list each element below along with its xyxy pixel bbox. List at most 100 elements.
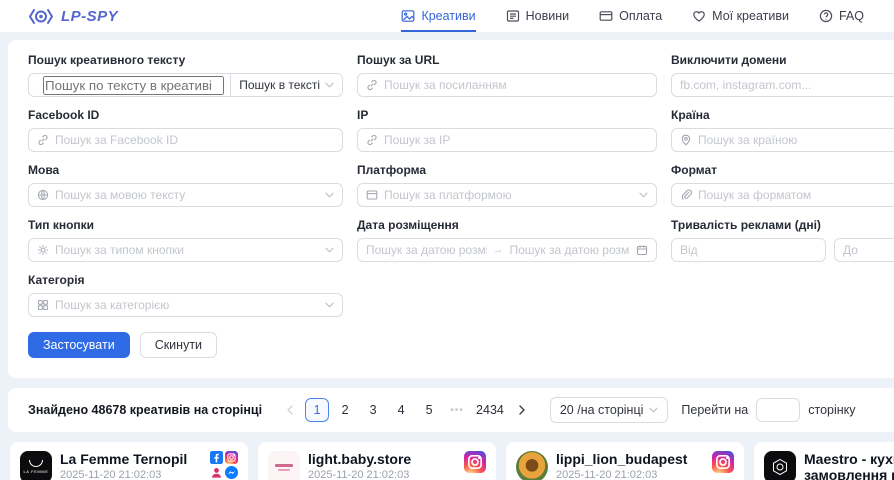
country-input[interactable] (698, 133, 894, 147)
text-search-mode-select[interactable]: Пошук в тексті (230, 74, 342, 96)
credit-card-icon (599, 9, 613, 23)
country-input-wrap (671, 128, 894, 152)
mode-value: Пошук в тексті (239, 78, 320, 92)
duration-to-input[interactable] (843, 243, 894, 257)
category-placeholder: Пошук за категорією (55, 298, 319, 312)
grid-icon (37, 299, 49, 311)
pagination-page-1[interactable]: 1 (305, 398, 329, 422)
platform-icon (366, 189, 378, 201)
ip-input-wrap (357, 128, 657, 152)
hexagon-logo-icon (771, 458, 789, 476)
card-title: light.baby.store (308, 451, 456, 467)
nav-label: Мої креативи (712, 9, 789, 23)
filter-duration: Тривалість реклами (дні) (671, 218, 894, 262)
apply-button[interactable]: Застосувати (28, 332, 130, 358)
field-label: Формат (671, 163, 894, 177)
category-select[interactable]: Пошук за категорією (28, 293, 343, 317)
date-start-placeholder: Пошук за датою розміщення (366, 243, 487, 257)
text-search-input[interactable] (43, 76, 224, 95)
goto-page-input[interactable] (756, 398, 800, 422)
app-logo[interactable]: LP-SPY (28, 0, 118, 32)
news-icon (506, 9, 520, 23)
chevron-down-icon (325, 82, 334, 88)
eye-logo-icon (28, 8, 54, 25)
field-label: Платформа (357, 163, 657, 177)
url-input-wrap (357, 73, 657, 97)
pagination-ellipsis[interactable]: ••• (445, 398, 469, 422)
goto-page: Перейти на сторінку (681, 398, 855, 422)
audience-person-icon (210, 466, 223, 479)
reset-button[interactable]: Скинути (140, 332, 217, 358)
logo-text: LP-SPY (61, 8, 118, 25)
url-input[interactable] (384, 78, 648, 92)
chevron-down-icon (325, 192, 334, 198)
field-label: Тип кнопки (28, 218, 343, 232)
facebook-id-input-wrap (28, 128, 343, 152)
format-input[interactable] (698, 188, 894, 202)
card-title: lippi_lion_budapest (556, 451, 704, 467)
duration-from-input[interactable] (680, 243, 817, 257)
button-type-select[interactable]: Пошук за типом кнопки (28, 238, 343, 262)
platform-placeholder: Пошук за платформою (384, 188, 633, 202)
image-icon (401, 9, 415, 23)
creative-card[interactable]: LA FEMME La Femme Ternopil 2025-11-20 21… (10, 442, 248, 480)
format-input-wrap (671, 183, 894, 207)
date-end-placeholder: Пошук за датою розміщення (510, 243, 631, 257)
field-label: IP (357, 108, 657, 122)
nav-tab-payment[interactable]: Оплата (599, 0, 662, 32)
card-avatar (268, 451, 300, 480)
nav-tab-creatives[interactable]: Креативи (401, 0, 475, 32)
instagram-icon (712, 451, 734, 473)
card-title: La Femme Ternopil (60, 451, 202, 467)
text-search-input-wrap (29, 74, 230, 96)
ip-input[interactable] (384, 133, 648, 147)
card-date: 2025-11-20 21:02:03 (60, 469, 202, 480)
pagination-page-5[interactable]: 5 (417, 398, 441, 422)
pagination-next-button[interactable] (511, 398, 535, 422)
button-type-placeholder: Пошук за типом кнопки (55, 243, 319, 257)
card-title: Maestro - кухні, меб замовлення в Ужгор (804, 451, 894, 480)
translate-icon (37, 189, 49, 201)
nav-tab-my-creatives[interactable]: Мої креативи (692, 0, 789, 32)
nav-tab-faq[interactable]: FAQ (819, 0, 864, 32)
duration-from-wrap (671, 238, 826, 262)
creative-card[interactable]: Maestro - кухні, меб замовлення в Ужгор … (754, 442, 894, 480)
date-range-picker[interactable]: Пошук за датою розміщення → Пошук за дат… (357, 238, 657, 262)
filter-category: Категорія Пошук за категорією (28, 273, 343, 317)
field-label: Пошук за URL (357, 53, 657, 67)
paperclip-icon (680, 189, 692, 201)
pagination-last-page[interactable]: 2434 (473, 398, 507, 422)
field-label: Тривалість реклами (дні) (671, 218, 894, 232)
exclude-domains-input[interactable] (680, 78, 894, 92)
field-label: Країна (671, 108, 894, 122)
creative-card[interactable]: lippi_lion_budapest 2025-11-20 21:02:03 … (506, 442, 744, 480)
goto-prefix: Перейти на (681, 403, 748, 417)
field-label: Виключити домени (671, 53, 894, 67)
language-placeholder: Пошук за мовою тексту (55, 188, 319, 202)
pagination-page-2[interactable]: 2 (333, 398, 357, 422)
pagination-prev-button[interactable] (277, 398, 301, 422)
filter-exclude-domains: Виключити домени (671, 53, 894, 97)
nav-tab-news[interactable]: Новини (506, 0, 570, 32)
top-header: LP-SPY Креативи Новини Оплата Мої (0, 0, 894, 32)
results-bar: Знайдено 48678 креативів на сторінці 1 2… (8, 388, 894, 432)
filter-url: Пошук за URL (357, 53, 657, 97)
duration-to-wrap (834, 238, 894, 262)
page-size-select[interactable]: 20 /на сторінці (550, 397, 669, 423)
pagination-page-3[interactable]: 3 (361, 398, 385, 422)
link-icon (366, 134, 378, 146)
field-label: Пошук креативного тексту (28, 53, 343, 67)
language-select[interactable]: Пошук за мовою тексту (28, 183, 343, 207)
calendar-icon (636, 244, 648, 256)
nav-label: Креативи (421, 9, 475, 23)
creative-card[interactable]: light.baby.store 2025-11-20 21:02:03 3 d… (258, 442, 496, 480)
field-label: Категорія (28, 273, 343, 287)
creatives-grid: LA FEMME La Femme Ternopil 2025-11-20 21… (10, 442, 894, 480)
field-label: Facebook ID (28, 108, 343, 122)
page-size-value: 20 /на сторінці (560, 403, 644, 417)
filter-language: Мова Пошук за мовою тексту (28, 163, 343, 207)
heart-icon (692, 9, 706, 23)
platform-select[interactable]: Пошук за платформою (357, 183, 657, 207)
pagination-page-4[interactable]: 4 (389, 398, 413, 422)
facebook-id-input[interactable] (55, 133, 334, 147)
